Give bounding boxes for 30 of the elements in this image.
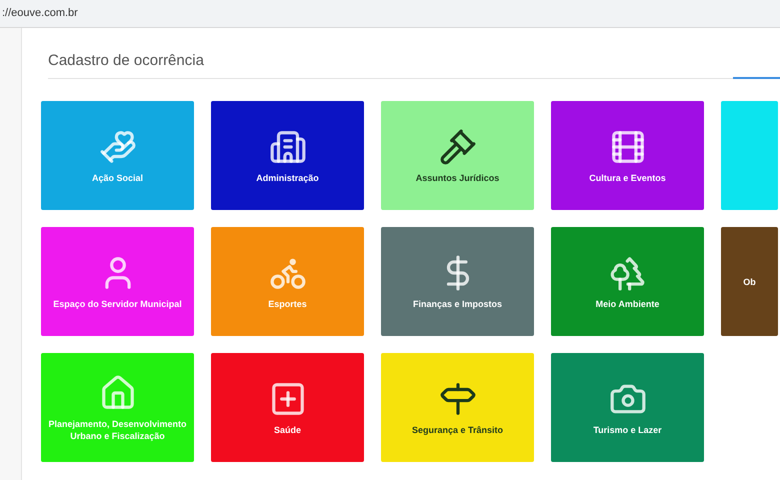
category-tile[interactable]: Finanças e Impostos — [381, 227, 534, 336]
tile-label: Turismo e Lazer — [593, 424, 662, 436]
category-tile[interactable]: Saúde — [211, 353, 364, 462]
tile-label: Esportes — [268, 298, 307, 310]
category-tile[interactable]: Cultura e Eventos — [551, 101, 704, 210]
url-text: ://eouve.com.br — [2, 6, 78, 22]
tile-label: Saúde — [274, 424, 301, 436]
tile-label: Administração — [256, 172, 319, 184]
category-tile[interactable]: Espaço do Servidor Municipal — [41, 227, 194, 336]
tile-label: Assuntos Jurídicos — [416, 172, 500, 184]
tile-label: Cultura e Eventos — [589, 172, 666, 184]
category-tile[interactable]: Ação Social — [41, 101, 194, 210]
category-tile[interactable]: Assuntos Jurídicos — [381, 101, 534, 210]
tile-label: Ação Social — [92, 172, 144, 184]
gavel-icon — [438, 128, 476, 166]
category-tile[interactable]: Administração — [211, 101, 364, 210]
address-bar[interactable]: ://eouve.com.br — [0, 0, 780, 28]
tile-label: Espaço do Servidor Municipal — [53, 298, 182, 310]
tile-label: Ob — [743, 276, 756, 288]
page-title: Cadastro de ocorrência — [48, 52, 205, 70]
tile-label: Meio Ambiente — [596, 298, 660, 310]
category-tile[interactable]: Segurança e Trânsito — [381, 353, 534, 462]
category-tile[interactable]: Meio Ambiente — [551, 227, 704, 336]
tab-indicator — [733, 77, 780, 79]
category-tile[interactable]: Turismo e Lazer — [551, 353, 704, 462]
tile-label: Segurança e Trânsito — [412, 424, 504, 436]
category-tile[interactable] — [721, 101, 778, 210]
category-tile[interactable]: Ob — [721, 227, 778, 336]
tile-label: Planejamento, Desenvolvimento Urbano e Fiscalização — [47, 418, 188, 442]
tile-label: Finanças e Impostos — [412, 298, 502, 310]
